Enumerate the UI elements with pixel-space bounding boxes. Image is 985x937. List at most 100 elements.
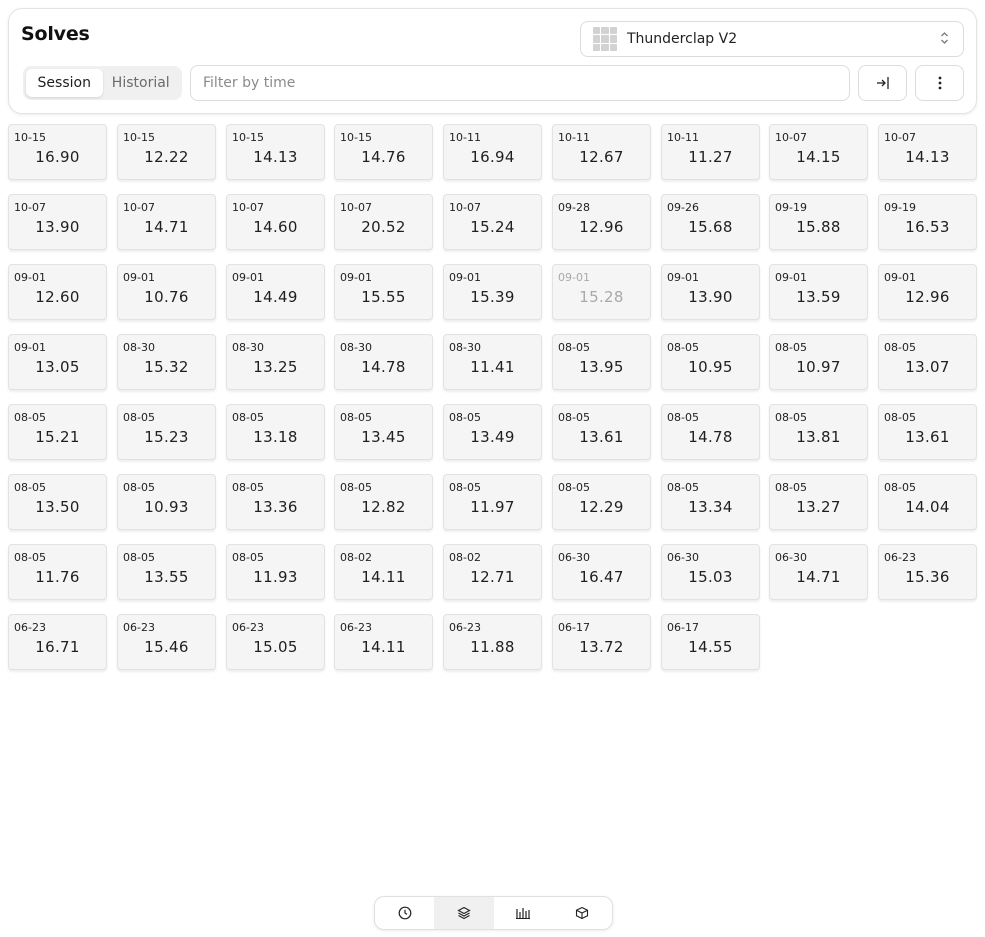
solve-date: 08-05 bbox=[232, 411, 264, 424]
solve-tile[interactable]: 09-28 12.96 bbox=[552, 194, 651, 250]
solve-tile[interactable]: 08-30 11.41 bbox=[443, 334, 542, 390]
more-button[interactable] bbox=[915, 65, 964, 101]
nav-cube[interactable] bbox=[553, 897, 612, 929]
solve-tile[interactable]: 06-23 15.46 bbox=[117, 614, 216, 670]
solve-tile[interactable]: 08-30 15.32 bbox=[117, 334, 216, 390]
solve-tile[interactable]: 09-01 15.28 bbox=[552, 264, 651, 320]
solve-time: 14.49 bbox=[253, 288, 298, 306]
solve-tile[interactable]: 09-01 13.59 bbox=[769, 264, 868, 320]
solve-tile[interactable]: 06-30 15.03 bbox=[661, 544, 760, 600]
solve-tile[interactable]: 09-01 12.60 bbox=[8, 264, 107, 320]
solve-tile[interactable]: 10-07 14.60 bbox=[226, 194, 325, 250]
solve-date: 08-05 bbox=[667, 411, 699, 424]
solve-tile[interactable]: 06-23 11.88 bbox=[443, 614, 542, 670]
nav-timer[interactable] bbox=[375, 897, 434, 929]
solve-tile[interactable]: 06-23 16.71 bbox=[8, 614, 107, 670]
solve-tile[interactable]: 10-07 14.15 bbox=[769, 124, 868, 180]
nav-stats[interactable] bbox=[494, 897, 553, 929]
solve-tile[interactable]: 09-01 15.55 bbox=[334, 264, 433, 320]
solve-tile[interactable]: 09-01 12.96 bbox=[878, 264, 977, 320]
solve-tile[interactable]: 10-07 14.71 bbox=[117, 194, 216, 250]
solve-tile[interactable]: 09-01 13.90 bbox=[661, 264, 760, 320]
solve-date: 08-05 bbox=[558, 411, 590, 424]
solve-tile[interactable]: 08-05 14.04 bbox=[878, 474, 977, 530]
filter-input[interactable] bbox=[190, 65, 850, 101]
solve-tile[interactable]: 10-07 20.52 bbox=[334, 194, 433, 250]
solve-tile[interactable]: 08-02 14.11 bbox=[334, 544, 433, 600]
solve-tile[interactable]: 08-05 14.78 bbox=[661, 404, 760, 460]
solve-time: 15.55 bbox=[361, 288, 406, 306]
solve-tile[interactable]: 06-30 14.71 bbox=[769, 544, 868, 600]
solve-tile[interactable]: 06-23 15.05 bbox=[226, 614, 325, 670]
solve-tile[interactable]: 08-05 13.49 bbox=[443, 404, 542, 460]
solve-tile[interactable]: 08-05 10.95 bbox=[661, 334, 760, 390]
import-button[interactable] bbox=[858, 65, 907, 101]
solve-tile[interactable]: 08-05 13.55 bbox=[117, 544, 216, 600]
solve-time: 13.59 bbox=[796, 288, 841, 306]
solve-tile[interactable]: 09-01 14.49 bbox=[226, 264, 325, 320]
solve-tile[interactable]: 09-19 15.88 bbox=[769, 194, 868, 250]
solve-tile[interactable]: 08-05 11.97 bbox=[443, 474, 542, 530]
solve-tile[interactable]: 08-05 11.76 bbox=[8, 544, 107, 600]
solve-tile[interactable]: 06-23 15.36 bbox=[878, 544, 977, 600]
solve-tile[interactable]: 06-30 16.47 bbox=[552, 544, 651, 600]
solve-tile[interactable]: 08-30 14.78 bbox=[334, 334, 433, 390]
solve-tile[interactable]: 09-01 15.39 bbox=[443, 264, 542, 320]
solve-date: 09-19 bbox=[884, 201, 916, 214]
solve-tile[interactable]: 10-07 14.13 bbox=[878, 124, 977, 180]
solve-time: 13.72 bbox=[579, 638, 624, 656]
solve-tile[interactable]: 06-23 14.11 bbox=[334, 614, 433, 670]
solve-tile[interactable]: 10-15 12.22 bbox=[117, 124, 216, 180]
solve-tile[interactable]: 08-05 12.29 bbox=[552, 474, 651, 530]
solve-tile[interactable]: 08-05 15.21 bbox=[8, 404, 107, 460]
solve-date: 06-30 bbox=[775, 551, 807, 564]
solve-date: 10-15 bbox=[123, 131, 155, 144]
solve-time: 13.61 bbox=[905, 428, 950, 446]
solve-tile[interactable]: 09-26 15.68 bbox=[661, 194, 760, 250]
solve-tile[interactable]: 08-02 12.71 bbox=[443, 544, 542, 600]
solve-tile[interactable]: 08-05 13.50 bbox=[8, 474, 107, 530]
solve-tile[interactable]: 08-05 13.95 bbox=[552, 334, 651, 390]
nav-solves[interactable] bbox=[434, 897, 494, 929]
solve-tile[interactable]: 08-05 13.61 bbox=[552, 404, 651, 460]
solve-tile[interactable]: 10-07 13.90 bbox=[8, 194, 107, 250]
solve-tile[interactable]: 10-11 16.94 bbox=[443, 124, 542, 180]
solve-tile[interactable]: 09-19 16.53 bbox=[878, 194, 977, 250]
solve-tile[interactable]: 10-15 16.90 bbox=[8, 124, 107, 180]
solve-tile[interactable]: 09-01 13.05 bbox=[8, 334, 107, 390]
solve-tile[interactable]: 10-07 15.24 bbox=[443, 194, 542, 250]
solve-tile[interactable]: 08-05 13.18 bbox=[226, 404, 325, 460]
solve-date: 09-26 bbox=[667, 201, 699, 214]
solve-tile[interactable]: 08-05 11.93 bbox=[226, 544, 325, 600]
solve-date: 08-05 bbox=[449, 411, 481, 424]
solve-tile[interactable]: 10-11 12.67 bbox=[552, 124, 651, 180]
solve-tile[interactable]: 08-05 10.97 bbox=[769, 334, 868, 390]
solve-tile[interactable]: 10-11 11.27 bbox=[661, 124, 760, 180]
solve-tile[interactable]: 08-05 13.34 bbox=[661, 474, 760, 530]
solve-tile[interactable]: 08-30 13.25 bbox=[226, 334, 325, 390]
cube-icon bbox=[576, 906, 589, 920]
solve-tile[interactable]: 08-05 13.36 bbox=[226, 474, 325, 530]
solve-tile[interactable]: 08-05 13.07 bbox=[878, 334, 977, 390]
tab-historial[interactable]: Historial bbox=[103, 69, 180, 97]
solve-tile[interactable]: 08-05 15.23 bbox=[117, 404, 216, 460]
solve-tile[interactable]: 08-05 10.93 bbox=[117, 474, 216, 530]
solve-tile[interactable]: 08-05 13.81 bbox=[769, 404, 868, 460]
solve-tile[interactable]: 10-15 14.13 bbox=[226, 124, 325, 180]
cube-select[interactable]: Thunderclap V2 bbox=[580, 21, 964, 57]
solve-tile[interactable]: 08-05 13.27 bbox=[769, 474, 868, 530]
solve-tile[interactable]: 06-17 14.55 bbox=[661, 614, 760, 670]
solve-tile[interactable]: 08-05 13.45 bbox=[334, 404, 433, 460]
solve-tile[interactable]: 10-15 14.76 bbox=[334, 124, 433, 180]
solve-tile[interactable]: 09-01 10.76 bbox=[117, 264, 216, 320]
solve-tile[interactable]: 08-05 12.82 bbox=[334, 474, 433, 530]
solve-date: 10-15 bbox=[340, 131, 372, 144]
solve-date: 10-07 bbox=[449, 201, 481, 214]
solve-date: 09-19 bbox=[775, 201, 807, 214]
tab-session[interactable]: Session bbox=[26, 69, 103, 97]
solve-date: 09-01 bbox=[340, 271, 372, 284]
solve-tile[interactable]: 06-17 13.72 bbox=[552, 614, 651, 670]
solve-time: 13.90 bbox=[688, 288, 733, 306]
solve-time: 15.21 bbox=[35, 428, 80, 446]
solve-tile[interactable]: 08-05 13.61 bbox=[878, 404, 977, 460]
